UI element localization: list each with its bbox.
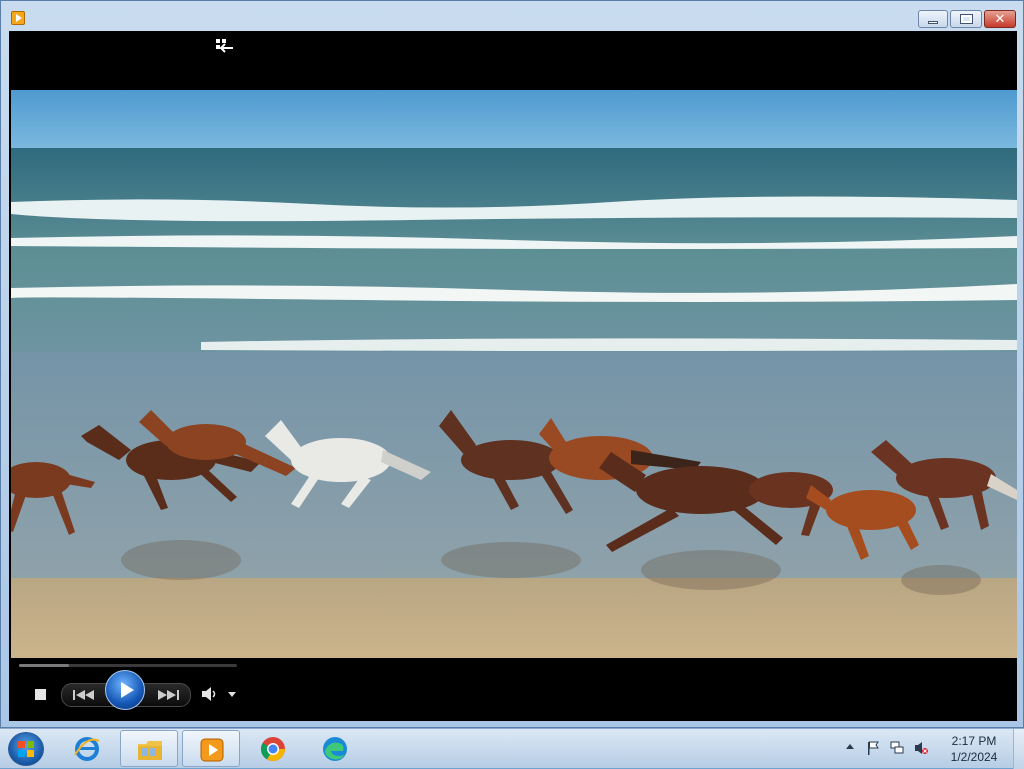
minimize-icon — [928, 20, 938, 24]
speaker-icon[interactable] — [201, 687, 219, 701]
chrome-icon — [260, 737, 285, 762]
next-icon[interactable] — [154, 688, 182, 702]
windows-logo-icon — [18, 741, 34, 757]
show-desktop-button[interactable] — [1013, 729, 1024, 769]
previous-icon[interactable] — [70, 688, 98, 702]
taskbar-item-chrome[interactable] — [244, 730, 302, 767]
maximize-button[interactable] — [950, 10, 982, 28]
action-center-flag-icon[interactable] — [866, 741, 880, 755]
taskbar-item-edge[interactable] — [306, 730, 364, 767]
play-icon[interactable] — [105, 670, 145, 710]
video-frame[interactable] — [11, 90, 1017, 658]
chevron-down-icon[interactable] — [228, 692, 236, 697]
taskbar: 2:17 PM 1/2/2024 — [0, 728, 1024, 769]
switch-to-library-icon[interactable] — [216, 39, 234, 53]
clock[interactable]: 2:17 PM 1/2/2024 — [940, 733, 1008, 765]
taskbar-item-media-player[interactable] — [182, 730, 240, 767]
media-player-window: ✕ — [0, 0, 1024, 728]
network-icon[interactable] — [890, 741, 904, 755]
maximize-icon — [959, 14, 973, 24]
media-player-icon — [200, 738, 224, 762]
taskbar-item-file-explorer[interactable] — [120, 730, 178, 767]
internet-explorer-icon — [74, 737, 100, 761]
clock-date: 1/2/2024 — [950, 750, 998, 764]
edge-icon — [323, 737, 347, 761]
taskbar-item-internet-explorer[interactable] — [58, 730, 116, 767]
volume-muted-icon[interactable] — [914, 741, 928, 755]
playback-controls — [9, 667, 1017, 721]
player-area[interactable] — [9, 31, 1017, 721]
media-player-icon[interactable] — [11, 11, 25, 25]
stop-icon[interactable] — [35, 689, 46, 700]
windows-start-icon[interactable] — [8, 732, 44, 766]
system-tray: 2:17 PM 1/2/2024 — [844, 729, 1024, 769]
title-bar[interactable]: ✕ — [1, 1, 1023, 31]
folder-icon — [138, 741, 162, 760]
close-button[interactable]: ✕ — [984, 10, 1016, 28]
minimize-button[interactable] — [918, 10, 948, 28]
close-icon: ✕ — [994, 11, 1006, 27]
clock-time: 2:17 PM — [951, 734, 997, 748]
show-hidden-icons-chevron[interactable] — [846, 744, 854, 749]
